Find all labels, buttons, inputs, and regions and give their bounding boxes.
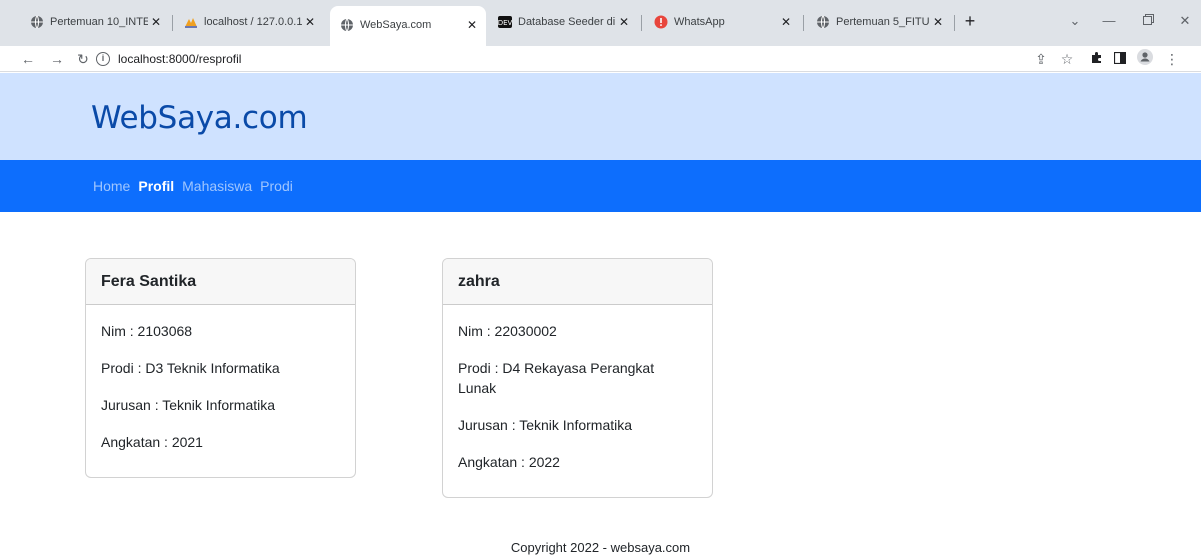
browser-toolbar: ← → ↻ i localhost:8000/resprofil ⇪ ☆ ⋮ — [0, 46, 1201, 72]
site-brand[interactable]: WebSaya.com — [91, 100, 308, 136]
close-tab-icon[interactable]: ✕ — [778, 15, 794, 29]
profile-prodi: Prodi : D4 Rekayasa Perangkat Lunak — [458, 360, 655, 396]
tab-separator — [803, 15, 804, 31]
globe-icon — [816, 15, 830, 29]
devto-icon: DEV — [498, 15, 512, 29]
tab-separator — [954, 15, 955, 31]
profile-nim: Nim : 2103068 — [101, 323, 193, 339]
profile-body: Nim : 2103068 Prodi : D3 Teknik Informat… — [86, 305, 355, 477]
site-footer: Copyright 2022 - websaya.com — [510, 540, 691, 555]
browser-tab[interactable]: DEV Database Seeder di ✕ — [488, 10, 638, 34]
profile-nim: Nim : 22030002 — [458, 323, 557, 339]
address-bar[interactable]: i localhost:8000/resprofil — [96, 48, 1001, 70]
profile-avatar-icon[interactable] — [1135, 49, 1155, 69]
close-tab-icon[interactable]: ✕ — [302, 15, 318, 29]
profile-card: Fera Santika Nim : 2103068 Prodi : D3 Te… — [85, 258, 356, 478]
profile-jurusan: Jurusan : Teknik Informatika — [101, 397, 276, 413]
globe-icon — [30, 15, 44, 29]
forward-icon[interactable]: → — [47, 49, 67, 69]
close-tab-icon[interactable]: ✕ — [148, 15, 164, 29]
close-tab-icon[interactable]: ✕ — [616, 15, 632, 29]
side-panel-icon[interactable] — [1110, 49, 1130, 69]
browser-tab[interactable]: Pertemuan 5_FITUR ✕ — [806, 10, 952, 34]
close-tab-icon[interactable]: ✕ — [464, 18, 480, 32]
url-text: localhost:8000/resprofil — [118, 52, 242, 66]
reload-icon[interactable]: ↻ — [73, 49, 93, 69]
browser-tab-active[interactable]: WebSaya.com ✕ — [330, 6, 486, 46]
close-tab-icon[interactable]: ✕ — [930, 15, 946, 29]
profile-card: zahra Nim : 22030002 Prodi : D4 Rekayasa… — [442, 258, 713, 498]
tab-search-icon[interactable]: ⌄ — [1064, 11, 1086, 31]
tab-separator — [172, 15, 173, 31]
profile-body: Nim : 22030002 Prodi : D4 Rekayasa Peran… — [443, 305, 712, 497]
profile-name: zahra — [443, 259, 712, 305]
back-icon[interactable]: ← — [18, 49, 38, 69]
nav-link-mahasiswa[interactable]: Mahasiswa — [182, 178, 252, 194]
share-icon[interactable]: ⇪ — [1031, 49, 1051, 69]
tab-title: localhost / 127.0.0.1 — [204, 16, 302, 28]
restore-icon[interactable] — [1137, 11, 1159, 31]
site-navbar: Home Profil Mahasiswa Prodi — [0, 160, 1201, 212]
minimize-icon[interactable]: — — [1098, 11, 1120, 31]
bookmark-star-icon[interactable]: ☆ — [1057, 49, 1077, 69]
profile-angkatan: Angkatan : 2021 — [101, 434, 203, 450]
alert-icon — [654, 15, 668, 29]
browser-tabstrip: Pertemuan 10_INTE ✕ localhost / 127.0.0.… — [0, 0, 1201, 46]
profile-name: Fera Santika — [86, 259, 355, 305]
tab-title: Pertemuan 10_INTE — [50, 16, 148, 28]
browser-tab[interactable]: WhatsApp ✕ — [644, 10, 800, 34]
site-header: WebSaya.com — [0, 73, 1201, 160]
tab-title: Pertemuan 5_FITUR — [836, 16, 930, 28]
tab-title: Database Seeder di — [518, 16, 616, 28]
menu-kebab-icon[interactable]: ⋮ — [1162, 49, 1182, 69]
extensions-icon[interactable] — [1086, 49, 1106, 69]
nav-link-home[interactable]: Home — [93, 178, 130, 194]
tab-title: WebSaya.com — [360, 19, 432, 31]
profile-jurusan: Jurusan : Teknik Informatika — [458, 417, 633, 433]
browser-tab[interactable]: Pertemuan 10_INTE ✕ — [20, 10, 170, 34]
phpmyadmin-icon — [184, 15, 198, 29]
browser-tab[interactable]: localhost / 127.0.0.1 ✕ — [174, 10, 324, 34]
profile-angkatan: Angkatan : 2022 — [458, 454, 560, 470]
tab-title: WhatsApp — [674, 16, 725, 28]
new-tab-button[interactable]: + — [960, 12, 980, 32]
nav-link-profil[interactable]: Profil — [138, 178, 174, 194]
profile-prodi: Prodi : D3 Teknik Informatika — [101, 360, 280, 376]
close-window-icon[interactable]: ✕ — [1174, 11, 1196, 31]
globe-icon — [340, 18, 354, 32]
tab-separator — [641, 15, 642, 31]
site-info-icon[interactable]: i — [96, 52, 110, 66]
nav-link-prodi[interactable]: Prodi — [260, 178, 293, 194]
svg-text:DEV: DEV — [498, 19, 512, 27]
